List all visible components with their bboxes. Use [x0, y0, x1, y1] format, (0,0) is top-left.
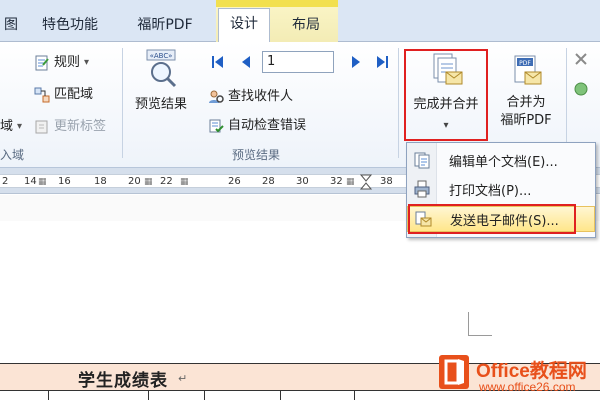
group-separator	[398, 48, 399, 158]
previous-record-icon[interactable]	[238, 54, 254, 70]
table-title: 学生成绩表	[78, 371, 168, 391]
menu-item-label: 编辑单个文档(E)...	[449, 154, 558, 170]
svg-text:PDF: PDF	[519, 60, 531, 67]
find-recipient-button[interactable]: 查找收件人	[208, 86, 293, 108]
field-partial-label: 域	[0, 119, 14, 134]
ruler-number: 18	[94, 176, 107, 187]
tab-design[interactable]: 设计	[218, 8, 270, 43]
ruler-indent-marker-icon[interactable]	[360, 174, 372, 190]
print-icon	[414, 180, 430, 198]
office-logo-icon	[439, 355, 469, 389]
finish-merge-highlight	[404, 49, 488, 141]
ruler-number: 16	[58, 176, 71, 187]
menu-item-print-documents[interactable]: 打印文档(P)...	[407, 176, 595, 202]
update-labels-button[interactable]: 更新标签	[34, 116, 106, 138]
svg-text:«ABC»: «ABC»	[150, 52, 173, 60]
auto-check-errors-label: 自动检查错误	[228, 118, 307, 133]
table-column-divider	[280, 391, 281, 400]
table-column-divider	[354, 391, 355, 400]
match-fields-button[interactable]: 匹配域	[34, 84, 93, 106]
table-column-divider	[204, 391, 205, 400]
auto-check-errors-icon	[209, 119, 224, 133]
ruler-number: 28	[262, 176, 275, 187]
table-column-divider	[148, 391, 149, 400]
table-column-divider	[48, 391, 49, 400]
ruler-number: 20	[128, 176, 141, 187]
ruler-grid-marker: ▦	[346, 177, 355, 187]
rules-label: 规则	[54, 55, 81, 70]
paragraph-mark: ↵	[178, 372, 188, 385]
ruler-number: 14	[24, 176, 37, 187]
match-fields-label: 匹配域	[54, 87, 94, 102]
preview-results-button[interactable]: «ABC» 预览结果	[130, 48, 192, 114]
watermark-url: www.office26.com	[479, 380, 576, 394]
preview-results-group-label: 预览结果	[232, 148, 281, 162]
update-labels-icon	[35, 120, 48, 134]
tab-partial[interactable]: 图	[0, 10, 22, 42]
find-recipient-label: 查找收件人	[228, 89, 294, 104]
tab-features[interactable]: 特色功能	[30, 10, 110, 42]
record-number-input[interactable]: 1	[262, 51, 334, 73]
merge-to-pdf-label-line2: 福昕PDF	[500, 113, 552, 128]
close-icon[interactable]	[574, 52, 588, 66]
ruler-number: 26	[228, 176, 241, 187]
context-group-accent	[216, 0, 338, 7]
page-corner-mark	[468, 312, 492, 336]
rules-icon	[35, 55, 49, 71]
find-recipient-icon	[209, 90, 224, 103]
menu-item-label: 打印文档(P)...	[449, 183, 532, 199]
preview-results-label: 预览结果	[134, 97, 187, 112]
preview-results-icon: «ABC»	[146, 49, 177, 88]
ruler-grid-marker: ▦	[38, 177, 47, 187]
send-email-highlight	[408, 204, 576, 234]
ruler-number: 30	[296, 176, 309, 187]
watermark-brand: Office教程网	[476, 361, 587, 382]
ruler-number: 32	[330, 176, 343, 187]
next-record-icon[interactable]	[348, 54, 364, 70]
match-fields-icon	[34, 87, 50, 103]
insert-fields-group-label: 入域	[0, 148, 25, 162]
foxit-pdf-icon: PDF	[514, 55, 542, 85]
merge-to-pdf-label-line1: 合并为	[506, 95, 546, 110]
ruler-number: 22	[160, 176, 173, 187]
menu-item-edit-individual-documents[interactable]: 编辑单个文档(E)...	[407, 147, 595, 173]
edit-documents-icon	[414, 152, 430, 169]
first-record-icon[interactable]	[210, 54, 226, 70]
rules-button[interactable]: 规则 ▾	[34, 52, 89, 74]
field-partial-button[interactable]: 域 ▾	[0, 116, 22, 138]
chevron-down-icon: ▾	[84, 57, 90, 68]
auto-check-errors-button[interactable]: 自动检查错误	[208, 115, 306, 137]
update-labels-label: 更新标签	[54, 119, 107, 134]
merge-to-foxit-pdf-button[interactable]: PDF 合并为 福昕PDF	[494, 54, 558, 130]
chevron-down-icon: ▾	[17, 121, 23, 132]
ribbon-tab-strip: 图 特色功能 福昕PDF 设计 布局	[0, 0, 600, 43]
ruler-number: 2	[2, 176, 9, 187]
tab-foxit-pdf[interactable]: 福昕PDF	[124, 10, 206, 42]
status-circle-icon	[574, 82, 588, 96]
ruler-grid-marker: ▦	[180, 177, 189, 187]
ruler-number: 38	[380, 176, 393, 187]
group-separator	[122, 48, 123, 158]
ruler-grid-marker: ▦	[144, 177, 153, 187]
tab-layout[interactable]: 布局	[278, 10, 334, 42]
last-record-icon[interactable]	[374, 54, 390, 70]
